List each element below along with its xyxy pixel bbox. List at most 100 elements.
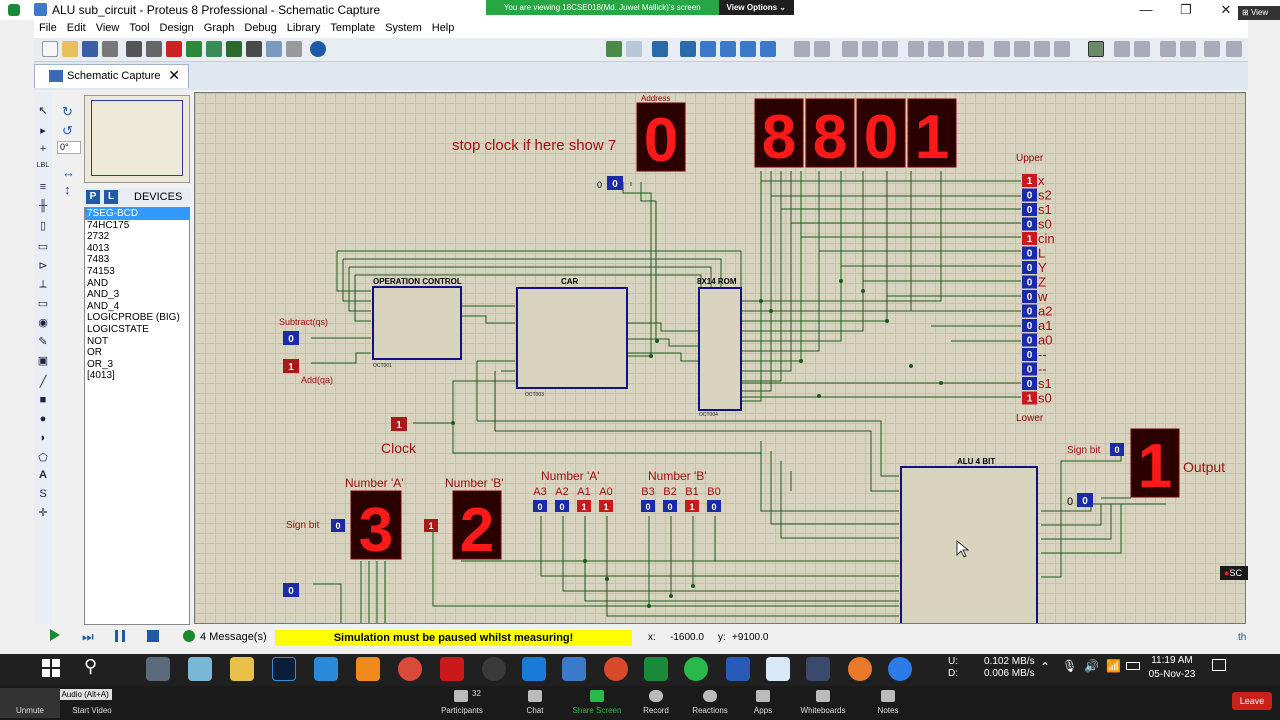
device-list-item[interactable]: AND_3 (85, 289, 189, 301)
open-folder-icon[interactable] (62, 41, 78, 57)
device-list-item[interactable]: 4013 (85, 243, 189, 255)
device-list-item[interactable]: 7483 (85, 254, 189, 266)
vlc-icon[interactable] (356, 657, 380, 681)
wire-label-icon[interactable]: LBL (36, 162, 50, 174)
device-list-item[interactable]: 7SEG-BCD (85, 208, 189, 220)
component-mode-icon[interactable]: ▸ (36, 124, 50, 137)
unmute-label[interactable]: Unmute (4, 706, 56, 715)
menu-debug[interactable]: Debug (239, 20, 281, 36)
device-list-item[interactable]: 74HC175 (85, 220, 189, 232)
junction-dot-icon[interactable]: + (36, 143, 50, 155)
app-orange-icon[interactable] (848, 657, 872, 681)
start-icon[interactable] (42, 659, 60, 677)
calculator-icon[interactable] (146, 657, 170, 681)
path-icon[interactable]: ⬠ (36, 451, 50, 464)
device-list-item[interactable]: LOGICSTATE (85, 324, 189, 336)
view-button[interactable]: ⊞ View (1238, 6, 1280, 20)
menu-design[interactable]: Design (155, 20, 199, 36)
pick-devices-button[interactable]: P (86, 190, 100, 204)
graph-icon[interactable]: ⟂ (36, 278, 50, 290)
volume-icon[interactable]: 🔊 (1084, 659, 1099, 673)
search-icon[interactable]: ⚲ (84, 656, 97, 677)
minimize-icon[interactable]: — (1126, 0, 1166, 20)
acrobat-icon[interactable] (440, 657, 464, 681)
help-icon[interactable] (310, 41, 326, 57)
clock-date[interactable]: 05-Nov-23 (1144, 669, 1200, 680)
close-tab-icon[interactable]: ✕ (168, 67, 180, 84)
pcb-icon[interactable] (166, 41, 182, 57)
marker-icon[interactable]: ✛ (36, 506, 50, 519)
zoom-app-icon[interactable] (888, 657, 912, 681)
project-notes-icon[interactable] (266, 41, 282, 57)
play-icon[interactable] (50, 629, 60, 641)
participants-button[interactable]: Participants (434, 706, 490, 715)
zoom-all-icon[interactable] (740, 41, 756, 57)
zoom-in-icon[interactable] (700, 41, 716, 57)
participants-icon[interactable] (454, 690, 468, 702)
pause-icon[interactable] (115, 630, 125, 642)
packaging-icon[interactable] (1034, 41, 1050, 57)
rotation-field[interactable]: 0° (57, 141, 81, 154)
alu-4bit-ic[interactable]: ALU 4 BIT (900, 457, 1038, 624)
mirror-x-icon[interactable]: ↔ (62, 165, 75, 180)
rotate-ccw-icon[interactable]: ↺ (62, 123, 73, 139)
whatsapp-icon[interactable] (684, 657, 708, 681)
share-screen-icon[interactable] (590, 690, 604, 702)
apps-button[interactable]: Apps (744, 706, 782, 715)
virtual-instruments-icon[interactable]: ▣ (36, 354, 50, 367)
pan-icon[interactable] (680, 41, 696, 57)
buses-icon[interactable]: ╫ (36, 200, 50, 212)
menu-system[interactable]: System (380, 20, 427, 36)
library-manager-button[interactable]: L (104, 190, 118, 204)
record-icon[interactable] (649, 690, 663, 702)
new-file-icon[interactable] (42, 41, 58, 57)
menu-library[interactable]: Library (282, 20, 326, 36)
word-icon[interactable] (726, 657, 750, 681)
paste-icon[interactable] (882, 41, 898, 57)
battery-icon[interactable] (1126, 662, 1140, 670)
notification-icon[interactable] (1212, 659, 1226, 671)
grid-icon[interactable] (626, 41, 642, 57)
new-sheet-icon[interactable] (1160, 41, 1176, 57)
remove-sheet-icon[interactable] (1180, 41, 1196, 57)
notes-icon[interactable] (881, 690, 895, 702)
menu-help[interactable]: Help (427, 20, 460, 36)
reactions-icon[interactable] (703, 690, 717, 702)
view-options-button[interactable]: View Options ⌄ (718, 0, 794, 15)
device-list-item[interactable]: OR (85, 347, 189, 359)
selection-mode-icon[interactable]: ↖ (36, 104, 50, 117)
vscode-icon[interactable] (522, 657, 546, 681)
device-list-item[interactable]: AND (85, 278, 189, 290)
block-move-icon[interactable] (928, 41, 944, 57)
search-icon[interactable] (1114, 41, 1130, 57)
whiteboards-icon[interactable] (816, 690, 830, 702)
proteus-taskbar-icon[interactable] (806, 657, 830, 681)
app-blue-icon[interactable] (314, 657, 338, 681)
clock-time[interactable]: 11:19 AM (1144, 655, 1200, 666)
redo-icon[interactable] (814, 41, 830, 57)
subtract-logicstate[interactable]: Subtract(qs) 0 (279, 317, 328, 345)
text-icon[interactable]: A (36, 469, 50, 481)
box-icon[interactable]: ■ (36, 394, 50, 406)
microphone-icon[interactable]: 🎙 (1062, 659, 1077, 673)
obs-icon[interactable] (482, 657, 506, 681)
block-rotate-icon[interactable] (948, 41, 964, 57)
stop-icon[interactable] (147, 630, 159, 642)
block-copy-icon[interactable] (908, 41, 924, 57)
device-list-item[interactable]: OR_3 (85, 359, 189, 371)
app-arrow-icon[interactable] (562, 657, 586, 681)
device-list-item[interactable]: NOT (85, 336, 189, 348)
zoom-area-icon[interactable] (760, 41, 776, 57)
photoshop-icon[interactable] (272, 657, 296, 681)
record-button[interactable]: Record (636, 706, 676, 715)
subcircuit-icon[interactable]: ▯ (36, 219, 50, 232)
arc-icon[interactable]: ◗ (36, 432, 50, 444)
line-icon[interactable]: ╱ (36, 375, 50, 388)
messages-icon[interactable] (183, 630, 195, 642)
bill-of-materials-icon[interactable] (1226, 41, 1242, 57)
block-delete-icon[interactable] (968, 41, 984, 57)
pe-icon[interactable] (644, 657, 668, 681)
home-icon[interactable] (126, 41, 142, 57)
save-icon[interactable] (82, 41, 98, 57)
reactions-button[interactable]: Reactions (686, 706, 734, 715)
